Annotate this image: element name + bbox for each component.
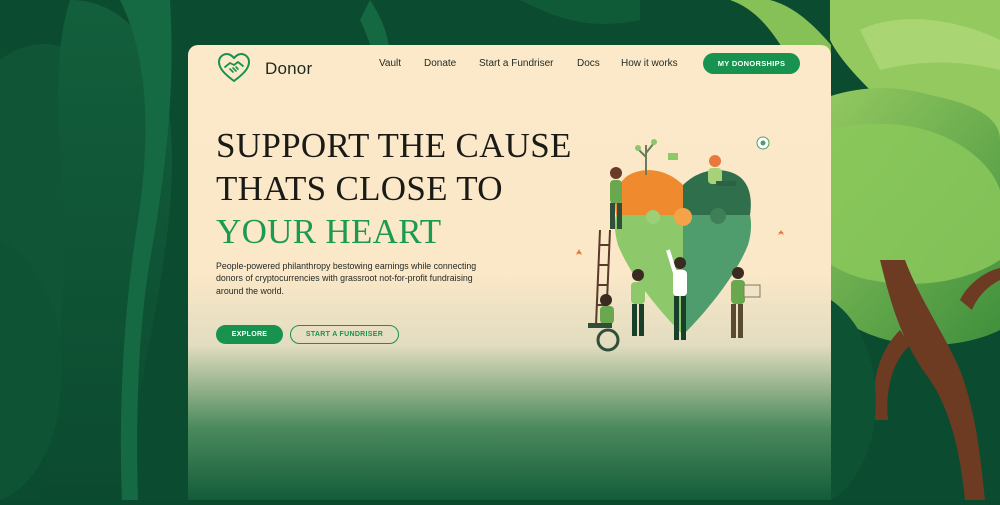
nav-link-vault[interactable]: Vault: [379, 58, 401, 69]
nav-link-docs[interactable]: Docs: [577, 58, 600, 69]
nav-link-how-it-works[interactable]: How it works: [621, 58, 678, 69]
puzzle-heart-illustration: [576, 136, 784, 352]
explore-button[interactable]: EXPLORE: [216, 325, 283, 344]
hero-description: People-powered philanthropy bestowing ea…: [216, 261, 477, 296]
nav-link-start-fundriser[interactable]: Start a Fundriser: [479, 58, 553, 69]
brand-name[interactable]: Donor: [265, 59, 312, 79]
landing-page-window: Donor Vault Donate Start a Fundriser Doc…: [188, 45, 831, 500]
person-wheelchair: [588, 294, 620, 352]
heart-piece-orange: [615, 170, 683, 215]
person-carrying-box: [731, 267, 761, 338]
top-navigation: Donor Vault Donate Start a Fundriser Doc…: [188, 45, 831, 90]
heart-piece-light-green: [614, 215, 683, 335]
nav-link-donate[interactable]: Donate: [424, 58, 456, 69]
hero-heading-line-1: SUPPORT THE CAUSE: [216, 126, 572, 165]
heart-handshake-icon[interactable]: [216, 52, 252, 84]
hero-heading-line-2: THATS CLOSE TO: [216, 169, 503, 208]
start-fundriser-button[interactable]: START A FUNDRISER: [290, 325, 399, 344]
hero-heading-line-3: YOUR HEART: [216, 212, 442, 251]
my-donorships-button[interactable]: MY DONORSHIPS: [703, 53, 800, 74]
